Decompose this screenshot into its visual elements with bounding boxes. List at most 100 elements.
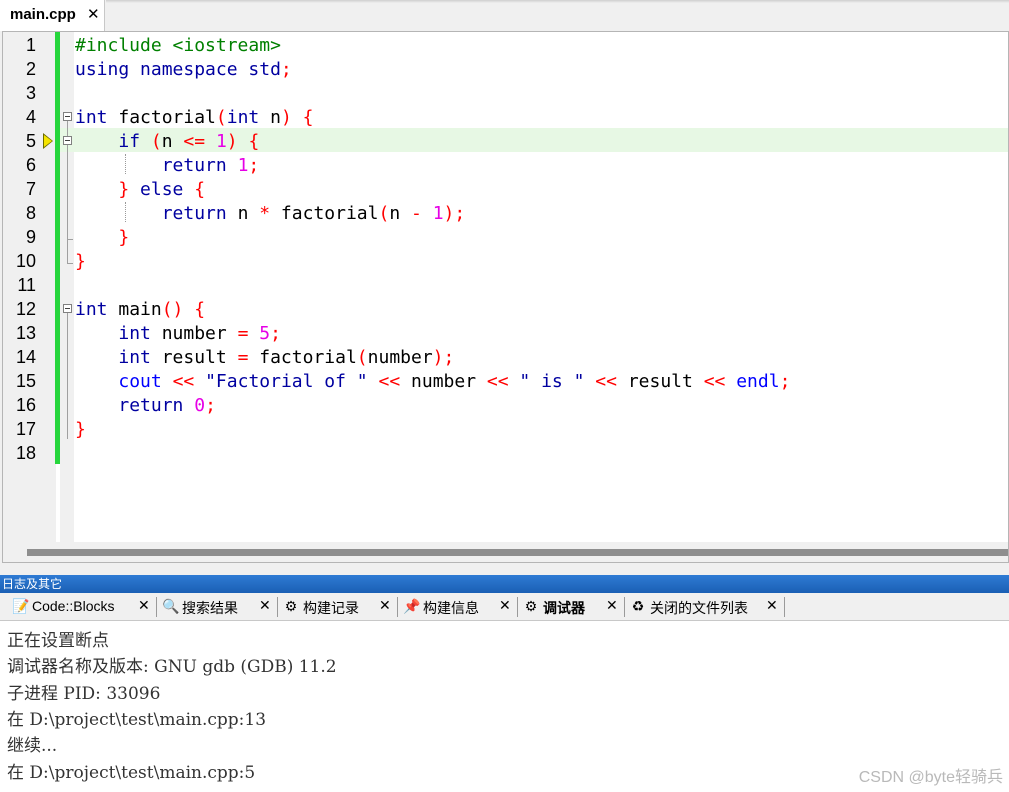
code-line[interactable]: 16 return 0;	[3, 392, 1008, 416]
code-token: result	[616, 371, 704, 392]
panel-tab-label: Code::Blocks	[32, 598, 115, 614]
code-text: using namespace std;	[75, 59, 292, 80]
close-icon[interactable]: ✕	[138, 597, 150, 614]
tab-separator	[784, 597, 785, 617]
tab-separator	[277, 597, 278, 617]
line-number[interactable]: 13	[3, 323, 36, 344]
code-editor[interactable]: 1 #include <iostream> 2 using namespace std…	[2, 31, 1009, 563]
code-line[interactable]: 8 return n * factorial(n - 1);	[3, 200, 1008, 224]
code-token: n	[161, 131, 184, 152]
tab-separator	[156, 597, 157, 617]
log-line: 子进程 PID: 33096	[7, 683, 161, 704]
code-token: <=	[183, 131, 206, 152]
log-line: 继续...	[7, 736, 58, 757]
code-token: ;	[779, 371, 791, 392]
line-number[interactable]: 12	[3, 299, 36, 320]
tab-main-cpp[interactable]: main.cpp ✕	[0, 0, 105, 31]
code-token: cout	[118, 371, 162, 392]
gear-icon: ⚙	[524, 598, 538, 614]
line-number[interactable]: 7	[3, 179, 36, 200]
close-icon[interactable]: ✕	[87, 5, 100, 23]
code-token: }	[118, 179, 130, 200]
code-token: if	[118, 131, 141, 152]
tabbar-shadow	[106, 0, 1009, 3]
close-icon[interactable]: ✕	[766, 597, 778, 614]
panel-tab-6[interactable]: ♻ 关闭的文件列表 ✕	[626, 593, 786, 621]
code-line[interactable]: 7 } else {	[3, 176, 1008, 200]
code-line[interactable]: 17}	[3, 416, 1008, 440]
code-line[interactable]: 5 if (n <= 1) {	[3, 128, 1008, 152]
code-line[interactable]: 9 }	[3, 224, 1008, 248]
line-number[interactable]: 5	[3, 131, 36, 152]
panel-tab-label: 构建记录	[303, 600, 359, 616]
horizontal-scrollbar-thumb[interactable]	[27, 549, 1008, 556]
close-icon[interactable]: ✕	[606, 597, 618, 614]
code-line[interactable]: 10}	[3, 248, 1008, 272]
panel-tab-1[interactable]: 📝 Code::Blocks ✕	[8, 593, 158, 621]
panel-tab-2[interactable]: 🔍 搜索结果 ✕	[158, 593, 279, 621]
panel-tab-5[interactable]: ⚙ 调试器 ✕	[519, 593, 626, 621]
code-token: =	[237, 347, 249, 368]
line-number[interactable]: 16	[3, 395, 36, 416]
panel-tab-4[interactable]: 📌 构建信息 ✕	[399, 593, 519, 621]
line-number[interactable]: 3	[3, 83, 36, 104]
line-number[interactable]: 18	[3, 443, 36, 464]
line-number[interactable]: 10	[3, 251, 36, 272]
code-line[interactable]: 18	[3, 440, 1008, 464]
code-token: return	[161, 155, 227, 176]
code-line[interactable]: 4 int factorial(int n) {	[3, 104, 1008, 128]
code-token: number	[367, 347, 433, 368]
line-number[interactable]: 4	[3, 107, 36, 128]
line-number[interactable]: 8	[3, 203, 36, 224]
line-number[interactable]: 1	[3, 35, 36, 56]
line-number[interactable]: 11	[3, 275, 36, 296]
code-line[interactable]: 11	[3, 272, 1008, 296]
code-line[interactable]: 12 int main() {	[3, 296, 1008, 320]
line-number[interactable]: 9	[3, 227, 36, 248]
code-token: int	[226, 107, 260, 128]
code-line[interactable]: 6 return 1;	[3, 152, 1008, 176]
line-number[interactable]: 2	[3, 59, 36, 80]
code-token: (	[215, 107, 227, 128]
code-token: <<	[486, 371, 509, 392]
tab-separator	[397, 597, 398, 617]
line-number[interactable]: 6	[3, 155, 36, 176]
line-number[interactable]: 17	[3, 419, 36, 440]
panel-splitter[interactable]	[0, 563, 1009, 575]
line-number[interactable]: 14	[3, 347, 36, 368]
code-line[interactable]: 15 cout << "Factorial of " << number << …	[3, 368, 1008, 392]
pin-icon: 📌	[403, 598, 421, 614]
code-text: return 1;	[75, 155, 260, 176]
code-token: {	[194, 299, 206, 320]
line-number[interactable]: 15	[3, 371, 36, 392]
panel-tab-label: 构建信息	[423, 600, 479, 616]
code-token: 0	[194, 395, 206, 416]
close-icon[interactable]: ✕	[379, 597, 391, 614]
code-text: return n * factorial(n - 1);	[75, 203, 466, 224]
close-icon[interactable]: ✕	[499, 597, 511, 614]
code-token: n	[226, 203, 260, 224]
code-token: *	[259, 203, 271, 224]
code-line[interactable]: 1 #include <iostream>	[3, 32, 1008, 56]
code-line[interactable]: 13 int number = 5;	[3, 320, 1008, 344]
code-token: n	[259, 107, 281, 128]
code-token: number	[150, 323, 238, 344]
logs-panel-title: 日志及其它	[0, 575, 1009, 593]
log-line: 调试器名称及版本: GNU gdb (GDB) 11.2	[7, 657, 337, 678]
code-line[interactable]: 2 using namespace std;	[3, 56, 1008, 80]
recycle-icon: ♻	[631, 598, 645, 614]
close-icon[interactable]: ✕	[259, 597, 271, 614]
debugger-log[interactable]: 正在设置断点 调试器名称及版本: GNU gdb (GDB) 11.2 子进程 PI…	[0, 621, 1009, 792]
tab-separator	[517, 597, 518, 617]
panel-tab-3[interactable]: ⚙ 构建记录 ✕	[279, 593, 399, 621]
code-line[interactable]: 14 int result = factorial(number);	[3, 344, 1008, 368]
code-line[interactable]: 3	[3, 80, 1008, 104]
